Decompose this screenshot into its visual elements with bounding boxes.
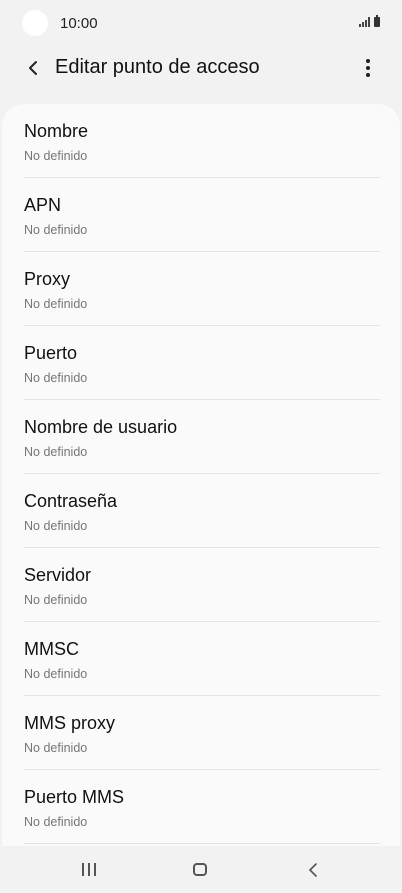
field-row-puerto[interactable]: Puerto No definido xyxy=(24,326,380,400)
field-row-apn[interactable]: APN No definido xyxy=(24,178,380,252)
field-label: MMSC xyxy=(24,639,79,659)
field-row-mmsc[interactable]: MMSC No definido xyxy=(24,622,380,696)
field-value: No definido xyxy=(24,741,88,755)
more-vertical-icon[interactable] xyxy=(356,56,380,80)
field-label: APN xyxy=(24,195,62,215)
field-label: MMS proxy xyxy=(24,713,116,733)
app-bar: Editar punto de acceso xyxy=(0,44,402,92)
signal-icon xyxy=(359,17,370,27)
field-value: No definido xyxy=(24,593,88,607)
field-value: No definido xyxy=(24,297,88,311)
field-label: Proxy xyxy=(24,269,71,289)
recents-icon[interactable] xyxy=(82,863,96,876)
field-value: No definido xyxy=(24,149,88,163)
field-row-servidor[interactable]: Servidor No definido xyxy=(24,548,380,622)
status-icons xyxy=(359,15,380,27)
field-row-nombre[interactable]: Nombre No definido xyxy=(24,104,380,178)
field-row-puerto-mms[interactable]: Puerto MMS No definido xyxy=(24,770,380,844)
access-point-fields: Nombre No definido APN No definido Proxy… xyxy=(2,104,400,846)
field-value: No definido xyxy=(24,667,88,681)
field-row-nombre-de-usuario[interactable]: Nombre de usuario No definido xyxy=(24,400,380,474)
field-label: Nombre xyxy=(24,121,89,141)
navigation-bar xyxy=(0,846,402,893)
field-value: No definido xyxy=(24,223,88,237)
field-label: Nombre de usuario xyxy=(24,417,178,437)
field-label: Servidor xyxy=(24,565,92,585)
field-label: Contraseña xyxy=(24,491,118,511)
camera-cutout xyxy=(22,10,48,36)
status-time: 10:00 xyxy=(60,15,98,32)
field-label: Puerto xyxy=(24,343,78,363)
back-icon[interactable] xyxy=(306,862,322,878)
page-title: Editar punto de acceso xyxy=(55,56,260,78)
home-icon[interactable] xyxy=(193,863,207,876)
field-label: Puerto MMS xyxy=(24,787,125,807)
field-row-proxy[interactable]: Proxy No definido xyxy=(24,252,380,326)
battery-icon xyxy=(374,15,380,27)
chevron-left-icon[interactable] xyxy=(22,56,46,80)
field-value: No definido xyxy=(24,815,88,829)
field-row-mms-proxy[interactable]: MMS proxy No definido xyxy=(24,696,380,770)
field-row-contrasena[interactable]: Contraseña No definido xyxy=(24,474,380,548)
field-value: No definido xyxy=(24,371,88,385)
field-value: No definido xyxy=(24,445,88,459)
status-bar: 10:00 xyxy=(0,0,402,48)
field-value: No definido xyxy=(24,519,88,533)
